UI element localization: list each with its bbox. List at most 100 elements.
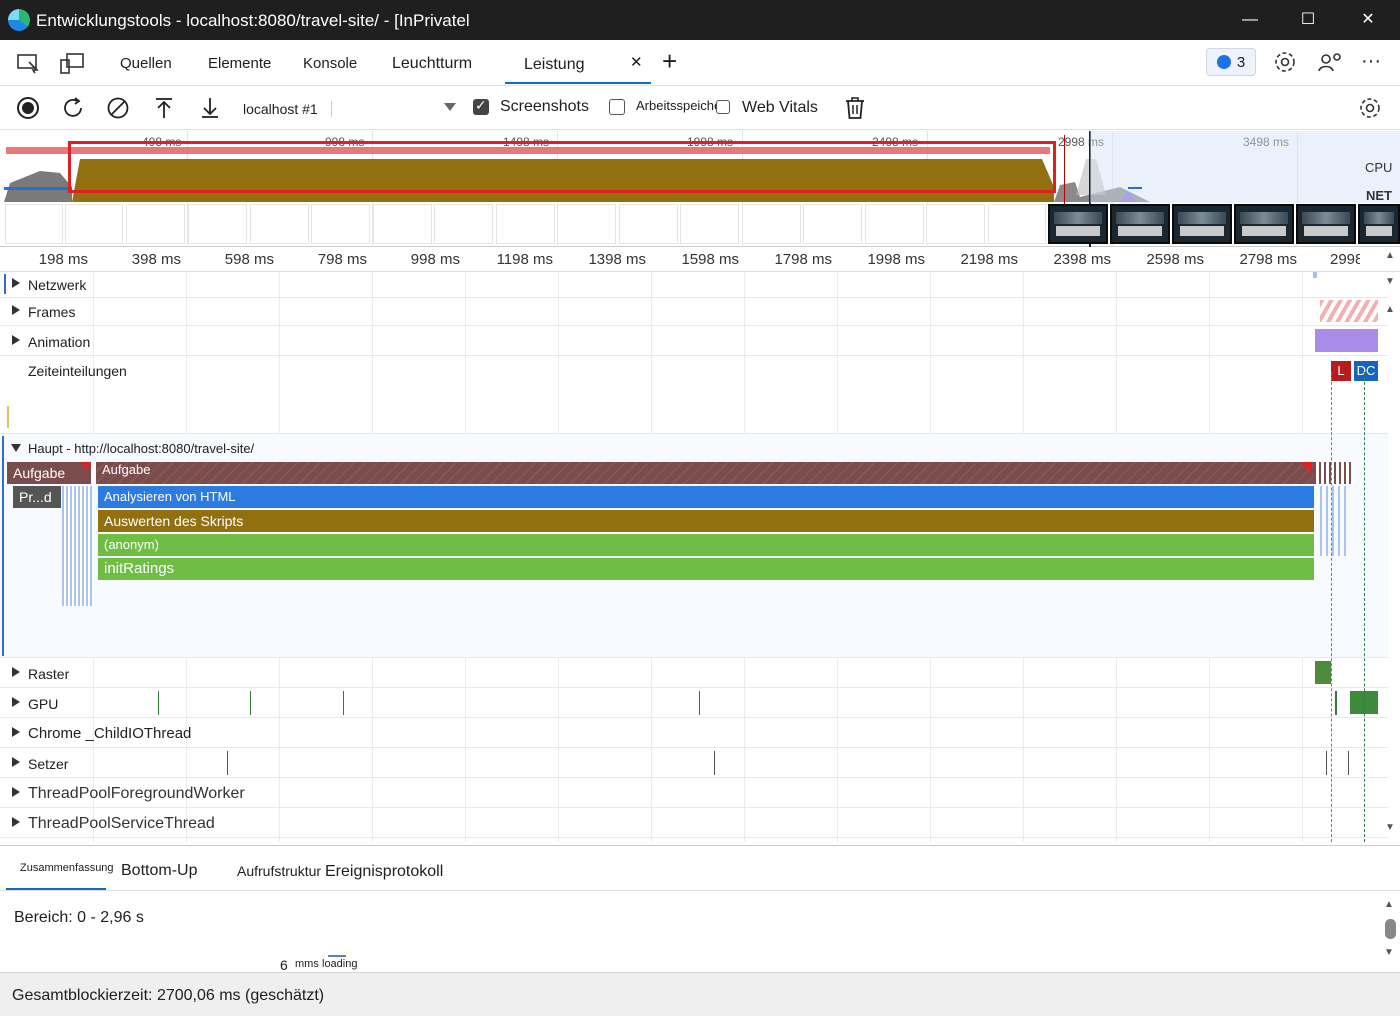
details-tab-bar: Zusammenfassung Bottom-Up Aufrufstruktur… [0,845,1400,891]
issues-badge[interactable]: 3 [1206,48,1256,76]
track-child-io-thread[interactable]: Chrome _ChildIOThread [0,718,1388,748]
track-frames[interactable]: Frames [0,298,1388,326]
scroll-down-icon[interactable]: ▼ [1383,276,1397,287]
scroll-up-icon[interactable]: ▲ [1384,899,1394,910]
track-gpu[interactable]: GPU [0,688,1388,718]
expand-triangle-icon[interactable] [12,305,20,315]
scroll-thumb[interactable] [1385,919,1396,939]
inspect-element-icon[interactable] [14,49,42,77]
flame-chart-tracks[interactable]: Netzwerk Frames Animation Zeiteinteilung… [0,272,1388,842]
track-animation[interactable]: Animation [0,326,1388,356]
expand-triangle-icon[interactable] [12,757,20,767]
parse-html-bar[interactable]: Analysieren von HTML [98,486,1314,508]
track-raster[interactable]: Raster [0,658,1388,688]
maximize-button[interactable]: ☐ [1288,8,1328,32]
task-bar[interactable]: Aufgabe [96,462,1314,484]
upload-icon[interactable] [150,94,178,122]
device-emulation-icon[interactable] [58,49,86,77]
tab-console[interactable]: Konsole [303,55,357,72]
long-task-flag [1300,462,1312,474]
track-timings[interactable]: Zeiteinteilungen L DC [0,356,1388,434]
gpu-task[interactable] [699,691,700,715]
compositor-task[interactable] [714,751,715,775]
more-options-button[interactable]: ··· [1361,50,1381,73]
reload-record-icon[interactable] [59,94,87,122]
tab-bottom-up[interactable]: Bottom-Up [121,862,197,880]
evaluate-script-bar[interactable]: Auswerten des Skripts [98,510,1314,532]
load-marker-line [1331,372,1332,842]
webvitals-checkbox[interactable] [716,100,730,114]
tab-call-tree[interactable]: Aufrufstruktur [237,863,321,879]
settings-gear-icon[interactable] [1271,48,1299,76]
expand-triangle-icon[interactable] [12,278,20,288]
range-text: Bereich: 0 - 2,96 s [14,909,144,926]
init-ratings-bar[interactable]: initRatings [98,558,1314,580]
close-window-button[interactable]: ✕ [1348,8,1388,32]
collapse-triangle-icon[interactable] [11,444,21,452]
screenshot-thumbnail [926,204,985,244]
summary-panel: Bereich: 0 - 2,96 s 6 mms loading ▲ ▼ [0,891,1400,973]
expand-triangle-icon[interactable] [12,727,20,737]
summary-value: 6 [280,957,288,973]
customize-user-icon[interactable] [1316,48,1344,76]
gpu-task[interactable] [158,691,159,715]
screenshot-thumbnail [188,204,247,244]
target-select[interactable]: localhost #1 [243,101,318,117]
compositor-task[interactable] [1348,751,1349,775]
memory-checkbox[interactable] [609,99,625,115]
timeline-overview[interactable]: 498 ms 998 ms 1498 ms 1998 ms 2498 ms 29… [0,131,1400,247]
dom-content-loaded-marker[interactable]: DC [1354,361,1378,381]
tracks-scrollbar[interactable]: ▲ ▼ ▲ ▼ [1383,250,1397,840]
tab-performance[interactable]: Leistung [524,56,585,74]
expand-triangle-icon[interactable] [12,667,20,677]
ruler-tick: 2798 ms [1239,251,1297,268]
tab-elements[interactable]: Elemente [208,55,271,72]
track-network[interactable]: Netzwerk [0,272,1388,298]
compositor-task[interactable] [227,751,228,775]
expand-triangle-icon[interactable] [12,787,20,797]
expand-triangle-icon[interactable] [12,697,20,707]
trash-icon[interactable] [841,94,869,122]
scroll-down-icon[interactable]: ▼ [1384,947,1394,958]
gpu-task[interactable] [343,691,344,715]
scroll-up-icon[interactable]: ▲ [1383,250,1397,261]
ruler-tick: 2198 ms [960,251,1018,268]
track-main[interactable]: Haupt - http://localhost:8080/travel-sit… [0,434,1388,658]
close-tab-button[interactable]: ✕ [630,53,643,71]
record-icon[interactable] [14,94,42,122]
time-ruler: 198 ms 398 ms 598 ms 798 ms 998 ms 1198 … [0,247,1400,272]
chevron-down-icon[interactable] [444,103,456,111]
minimize-button[interactable]: — [1230,8,1270,32]
raster-task[interactable] [1315,661,1331,684]
dropped-frames[interactable] [1320,300,1378,322]
track-threadpool-service[interactable]: ThreadPoolServiceThread [0,808,1388,838]
tab-lighthouse[interactable]: Leuchtturm [392,55,472,73]
anonymous-function-bar[interactable]: (anonym) [98,534,1314,556]
clear-icon[interactable] [104,94,132,122]
gpu-task[interactable] [250,691,251,715]
task-bar[interactable]: Aufgabe [7,462,91,484]
task-bar[interactable]: Pr...d [13,486,61,508]
track-label-raster: Raster [28,666,70,682]
compositor-task[interactable] [1326,751,1327,775]
screenshots-checkbox[interactable] [473,97,489,115]
capture-settings-gear-icon[interactable] [1356,94,1384,122]
scroll-up-icon[interactable]: ▲ [1383,304,1397,315]
load-marker[interactable]: L [1331,361,1351,381]
tab-event-log[interactable]: Ereignisprotokoll [325,863,443,881]
track-compositor[interactable]: Setzer [0,748,1388,778]
track-label-compositor: Setzer [28,756,69,772]
new-tab-button[interactable]: + [662,46,677,77]
animation-bar[interactable] [1315,329,1378,352]
expand-triangle-icon[interactable] [12,335,20,345]
tab-summary[interactable]: Zusammenfassung [20,862,114,874]
track-threadpool-foreground[interactable]: ThreadPoolForegroundWorker [0,778,1388,808]
screenshot-thumbnail [619,204,678,244]
tab-sources[interactable]: Quellen [120,55,172,72]
expand-triangle-icon[interactable] [12,817,20,827]
download-icon[interactable] [196,94,224,122]
gpu-task[interactable] [1335,691,1337,715]
selection-highlight-box[interactable] [68,141,1056,193]
track-label-timings: Zeiteinteilungen [28,363,127,379]
scroll-down-icon[interactable]: ▼ [1383,822,1397,833]
